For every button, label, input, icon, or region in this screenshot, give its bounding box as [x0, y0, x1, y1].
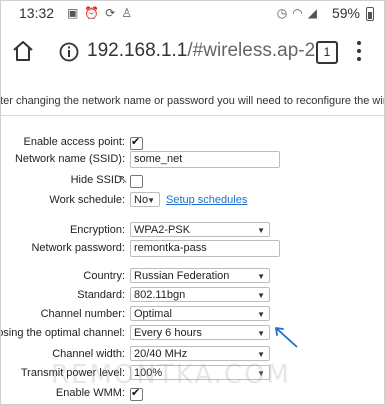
dropdown-arrow-icon: ▼ [257, 272, 265, 281]
standard-label: Standard: [77, 289, 125, 301]
battery-percent: 59% [331, 5, 360, 21]
sync-icon: ⟳ [105, 6, 122, 20]
dropdown-arrow-icon: ▼ [257, 226, 265, 235]
divider [1, 115, 384, 116]
ssid-label: Network name (SSID): [14, 153, 125, 165]
status-time: 13:32 [19, 5, 55, 21]
row-enable-ap: Enable access point: [1, 134, 384, 152]
channel-width-value: 20/40 MHz [134, 348, 188, 360]
dropdown-arrow-icon: ▼ [257, 310, 265, 319]
status-bar: 13:32 ▣⏰⟳♙ ◷◠◢ 59% [1, 1, 384, 29]
row-work-schedule: Work schedule: No ▼ Setup schedules [1, 192, 384, 210]
channel-number-select[interactable]: Optimal ▼ [130, 306, 270, 321]
row-country: Country: Russian Federation ▼ [1, 268, 384, 286]
setup-schedules-link[interactable]: Setup schedules [166, 194, 247, 206]
row-optimal-channel: osing the optimal channel: Every 6 hours… [1, 325, 384, 343]
dropdown-arrow-icon: ▼ [147, 196, 155, 205]
enable-ap-label: Enable access point: [23, 136, 125, 148]
encryption-label: Encryption: [69, 224, 125, 236]
status-icons-right: ◷◠◢ [277, 6, 322, 20]
page-content: fter changing the network name or passwo… [1, 75, 384, 404]
row-hide-ssid: Hide SSID: [1, 172, 384, 190]
battery-icon [366, 7, 374, 21]
country-select[interactable]: Russian Federation ▼ [130, 268, 270, 283]
encryption-value: WPA2-PSK [134, 224, 191, 236]
channel-width-label: Channel width: [52, 348, 125, 360]
country-label: Country: [83, 270, 125, 282]
enable-ap-checkbox[interactable] [130, 135, 143, 150]
wifi-icon: ◠ [292, 6, 308, 20]
optimal-channel-select[interactable]: Every 6 hours ▼ [130, 325, 270, 340]
image-icon: ▣ [67, 6, 85, 20]
row-encryption: Encryption: WPA2-PSK ▼ [1, 222, 384, 240]
standard-value: 802.11bgn [134, 289, 186, 301]
row-ssid: Network name (SSID): some_net [1, 151, 384, 169]
standard-select[interactable]: 802.11bgn ▼ [130, 287, 270, 302]
work-schedule-value: No [134, 194, 149, 206]
alarm-clock-icon: ◷ [276, 6, 293, 20]
ssid-input[interactable]: some_net [130, 151, 280, 168]
alarm-icon: ⏰ [84, 6, 106, 20]
work-schedule-label: Work schedule: [49, 194, 125, 206]
row-standard: Standard: 802.11bgn ▼ [1, 287, 384, 305]
dropdown-arrow-icon: ▼ [257, 291, 265, 300]
row-password: Network password: remontka-pass [1, 240, 384, 258]
password-label: Network password: [31, 242, 125, 254]
more-menu-icon[interactable] [356, 41, 362, 63]
person-icon: ♙ [121, 6, 139, 20]
row-channel-number: Channel number: Optimal ▼ [1, 306, 384, 324]
url-path: /#wireless.ap-2 [187, 40, 316, 61]
country-value: Russian Federation [134, 270, 230, 282]
annotation-arrow-icon [275, 327, 298, 348]
pointer-cursor-icon: ↖ [118, 172, 129, 186]
status-icons-left: ▣⏰⟳♙ [67, 6, 138, 20]
encryption-select[interactable]: WPA2-PSK ▼ [130, 222, 270, 237]
work-schedule-select[interactable]: No ▼ [130, 192, 160, 207]
url-host: 192.168.1.1 [87, 40, 188, 61]
browser-toolbar: 192.168.1.1/#wireless.ap-2 1 [1, 29, 384, 75]
hide-ssid-label: Hide SSID: [70, 174, 125, 186]
optimal-channel-label: osing the optimal channel: [1, 327, 125, 339]
channel-number-value: Optimal [134, 308, 172, 320]
channel-number-label: Channel number: [40, 308, 125, 320]
signal-icon: ◢ [307, 6, 322, 20]
password-input[interactable]: remontka-pass [130, 240, 280, 257]
info-notice: fter changing the network name or passwo… [1, 95, 384, 107]
url-field[interactable]: 192.168.1.1/#wireless.ap-2 [87, 40, 315, 62]
info-icon[interactable] [59, 42, 79, 62]
hide-ssid-checkbox[interactable] [130, 175, 143, 188]
optimal-channel-value: Every 6 hours [134, 327, 202, 339]
tab-switcher-button[interactable]: 1 [316, 41, 338, 64]
watermark: REMONTKA.COM [51, 360, 291, 390]
home-icon[interactable] [11, 39, 35, 63]
dropdown-arrow-icon: ▼ [257, 329, 265, 338]
channel-width-select[interactable]: 20/40 MHz ▼ [130, 346, 270, 361]
